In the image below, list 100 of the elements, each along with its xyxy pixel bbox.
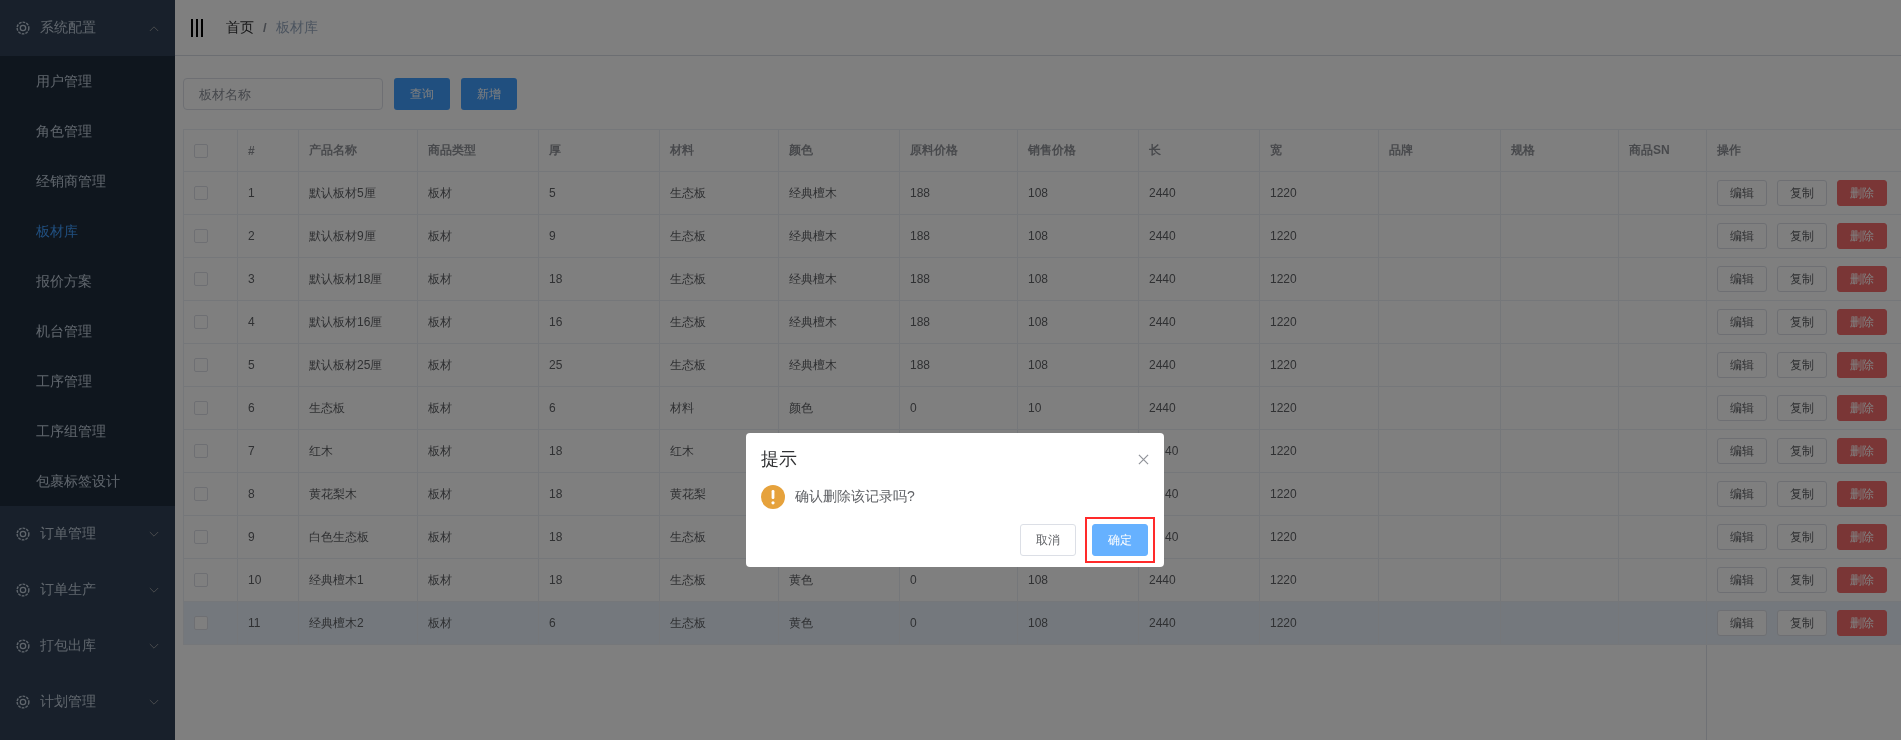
action-button[interactable]: 编辑	[1717, 481, 1767, 507]
delete-button[interactable]: 删除	[1837, 309, 1887, 335]
table-cell: 188	[910, 229, 931, 243]
gear-icon	[14, 693, 32, 711]
chevron-down-icon	[149, 586, 159, 594]
table-cell: 板材	[428, 486, 452, 501]
delete-button[interactable]: 删除	[1837, 524, 1887, 550]
delete-button[interactable]: 删除	[1837, 266, 1887, 292]
action-button[interactable]: 编辑	[1717, 524, 1767, 550]
sidebar-group[interactable]: 打包出库	[0, 618, 175, 674]
gear-icon	[14, 581, 32, 599]
menu-icon[interactable]	[190, 18, 204, 37]
table-cell: 板材	[428, 529, 452, 544]
delete-button[interactable]: 删除	[1837, 223, 1887, 249]
table-cell: 3	[248, 272, 255, 286]
delete-button[interactable]: 删除	[1837, 481, 1887, 507]
table-cell: 10	[248, 573, 262, 587]
sidebar-item[interactable]: 工序组管理	[0, 406, 175, 456]
action-button[interactable]: 复制	[1777, 567, 1827, 593]
action-button[interactable]: 复制	[1777, 481, 1827, 507]
sidebar-group[interactable]: 系统配置	[0, 0, 175, 56]
sidebar-group[interactable]: 订单管理	[0, 506, 175, 562]
action-button[interactable]: 编辑	[1717, 352, 1767, 378]
chevron-down-icon	[149, 530, 159, 538]
delete-button[interactable]: 删除	[1837, 352, 1887, 378]
table-cell: 2440	[1149, 616, 1176, 630]
action-button[interactable]: 编辑	[1717, 266, 1767, 292]
cancel-button[interactable]: 取消	[1020, 524, 1076, 556]
table-cell: 4	[248, 315, 255, 329]
table-cell: 经典檀木	[789, 271, 837, 286]
table-cell: 生态板	[670, 185, 706, 200]
table-cell: 颜色	[789, 400, 813, 415]
sidebar-item[interactable]: 包裹标签设计	[0, 456, 175, 506]
table-cell: 40	[1165, 487, 1179, 501]
table-cell: 经典檀木	[789, 185, 837, 200]
action-button[interactable]: 编辑	[1717, 395, 1767, 421]
table-cell: 6	[549, 401, 556, 415]
table-cell: 红木	[309, 443, 333, 458]
table-cell: 1220	[1270, 530, 1297, 544]
sidebar-item[interactable]: 经销商管理	[0, 156, 175, 206]
action-button[interactable]: 复制	[1777, 266, 1827, 292]
delete-button[interactable]: 删除	[1837, 567, 1887, 593]
table-cell: 188	[910, 315, 931, 329]
action-button[interactable]: 编辑	[1717, 223, 1767, 249]
table-cell: 40	[1165, 444, 1179, 458]
table-cell: 板材	[428, 357, 452, 372]
sidebar-item[interactable]: 报价方案	[0, 256, 175, 306]
action-button[interactable]: 复制	[1777, 352, 1827, 378]
action-button[interactable]: 复制	[1777, 180, 1827, 206]
table-cell: 18	[549, 530, 563, 544]
chevron-down-icon	[149, 642, 159, 650]
table-cell: 经典檀木	[789, 357, 837, 372]
table-cell: 11	[248, 616, 261, 630]
table-cell: 2440	[1149, 573, 1176, 587]
table-cell: 默认板材9厘	[309, 228, 376, 243]
delete-button[interactable]: 删除	[1837, 180, 1887, 206]
action-button[interactable]: 编辑	[1717, 309, 1767, 335]
action-button[interactable]: 编辑	[1717, 610, 1767, 636]
table-cell: 生态板	[670, 572, 706, 587]
table-cell: 板材	[428, 572, 452, 587]
action-button[interactable]: 复制	[1777, 610, 1827, 636]
delete-button[interactable]: 删除	[1837, 438, 1887, 464]
sidebar-group[interactable]: 计划管理	[0, 674, 175, 730]
toolbar-button[interactable]: 新增	[461, 78, 517, 110]
delete-button[interactable]: 删除	[1837, 610, 1887, 636]
sidebar-item[interactable]: 板材库	[0, 206, 175, 256]
action-button[interactable]: 复制	[1777, 395, 1827, 421]
sidebar-item[interactable]: 用户管理	[0, 56, 175, 106]
table-cell: 18	[549, 272, 563, 286]
action-button[interactable]: 编辑	[1717, 180, 1767, 206]
action-button[interactable]: 复制	[1777, 223, 1827, 249]
action-button[interactable]: 复制	[1777, 438, 1827, 464]
sidebar-item[interactable]: 工序管理	[0, 356, 175, 406]
table-cell: 生态板	[670, 357, 706, 372]
table-cell: 2	[248, 229, 255, 243]
table-cell: 材料	[670, 400, 694, 415]
breadcrumb-link[interactable]: 首页	[226, 18, 254, 37]
close-icon[interactable]	[1138, 453, 1149, 465]
table-cell: 1220	[1270, 315, 1297, 329]
action-button[interactable]: 编辑	[1717, 567, 1767, 593]
sidebar-group[interactable]: 订单生产	[0, 562, 175, 618]
confirm-button[interactable]: 确定	[1092, 524, 1148, 556]
table-cell: 板材	[428, 400, 452, 415]
column-header: #	[248, 143, 255, 158]
toolbar-button[interactable]: 查询	[394, 78, 450, 110]
delete-button[interactable]: 删除	[1837, 395, 1887, 421]
table-cell: 2440	[1149, 401, 1176, 415]
action-button[interactable]: 编辑	[1717, 438, 1767, 464]
table-cell: 6	[549, 616, 556, 630]
table-cell: 板材	[428, 185, 452, 200]
table-cell: 红木	[670, 443, 694, 458]
gear-icon	[14, 19, 32, 37]
table-cell: 18	[549, 444, 563, 458]
action-button[interactable]: 复制	[1777, 309, 1827, 335]
sidebar-item[interactable]: 机台管理	[0, 306, 175, 356]
table-cell: 108	[1028, 272, 1049, 286]
gear-icon	[14, 637, 32, 655]
action-button[interactable]: 复制	[1777, 524, 1827, 550]
sidebar-item[interactable]: 角色管理	[0, 106, 175, 156]
table-cell: 25	[549, 358, 563, 372]
